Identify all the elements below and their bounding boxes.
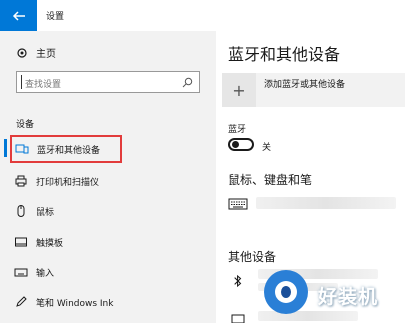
section-mouse-keyboard-pen: 鼠标、键盘和笔 — [228, 173, 313, 187]
bluetooth-icon — [230, 273, 246, 289]
device-icon — [230, 311, 246, 323]
sidebar-item-printers[interactable]: 打印机和扫描仪 — [14, 169, 99, 193]
sidebar-item-typing[interactable]: 输入 — [14, 260, 54, 284]
bluetooth-devices-icon — [15, 142, 29, 156]
mouse-icon — [14, 204, 28, 218]
watermark-text: 好装机 — [318, 286, 379, 308]
sidebar-item-label: 笔和 Windows Ink — [36, 298, 114, 309]
add-device-button[interactable]: + 添加蓝牙或其他设备 — [222, 73, 405, 107]
device-name-redacted — [256, 197, 396, 209]
back-button[interactable] — [0, 0, 37, 31]
sidebar-item-label: 打印机和扫描仪 — [36, 177, 100, 188]
sidebar: 主页 查找设置 设备 蓝牙和其他设备 打印机和扫描仪 鼠标 触摸板 输入 笔和 … — [0, 31, 216, 323]
search-input[interactable]: 查找设置 — [16, 71, 200, 93]
sidebar-item-bluetooth[interactable]: 蓝牙和其他设备 — [10, 135, 122, 163]
watermark-icon — [264, 270, 308, 314]
section-label-devices: 设备 — [16, 120, 35, 130]
nav-home[interactable]: 主页 — [16, 45, 56, 60]
bluetooth-state: 关 — [262, 143, 272, 153]
watermark-logo: 好装机 — [264, 270, 402, 318]
keyboard-device-icon — [228, 198, 248, 210]
sidebar-item-label: 输入 — [36, 268, 55, 279]
title-bar: 设置 — [0, 0, 405, 31]
sidebar-item-touchpad[interactable]: 触摸板 — [14, 230, 63, 254]
touchpad-icon — [14, 235, 28, 249]
active-indicator — [4, 139, 7, 157]
sidebar-item-label: 触摸板 — [36, 238, 64, 249]
bluetooth-toggle[interactable] — [228, 138, 254, 151]
search-icon — [182, 77, 193, 88]
keyboard-icon — [14, 265, 28, 279]
bluetooth-label: 蓝牙 — [228, 125, 247, 135]
page-title: 蓝牙和其他设备 — [228, 45, 341, 64]
add-device-label: 添加蓝牙或其他设备 — [264, 80, 346, 90]
plus-icon: + — [222, 73, 256, 107]
search-placeholder: 查找设置 — [25, 80, 62, 90]
text-caret — [21, 75, 22, 89]
pen-icon — [14, 295, 28, 309]
printer-icon — [14, 174, 28, 188]
sidebar-item-pen[interactable]: 笔和 Windows Ink — [14, 290, 113, 314]
sidebar-item-label: 鼠标 — [36, 207, 55, 218]
back-arrow-icon — [12, 10, 25, 21]
sidebar-item-mouse[interactable]: 鼠标 — [14, 199, 54, 223]
section-other-devices: 其他设备 — [228, 250, 277, 264]
gear-icon — [16, 47, 28, 59]
window-title: 设置 — [46, 12, 65, 22]
sidebar-item-label: 蓝牙和其他设备 — [37, 145, 101, 156]
toggle-knob — [232, 141, 239, 148]
home-label: 主页 — [36, 49, 56, 60]
